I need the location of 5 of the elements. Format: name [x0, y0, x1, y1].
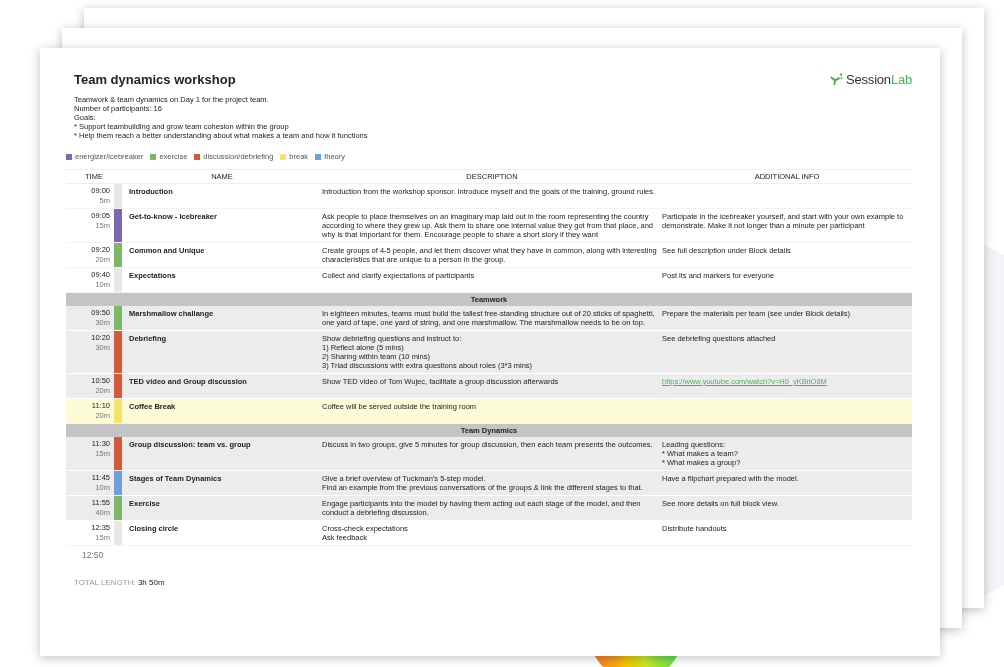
logo-icon	[830, 73, 844, 86]
logo-text: SessionLab	[846, 72, 912, 87]
document-title: Team dynamics workshop	[74, 72, 236, 87]
end-time: 12:50	[81, 549, 105, 560]
total-length: TOTAL LENGTH: 3h 50m	[74, 578, 165, 587]
